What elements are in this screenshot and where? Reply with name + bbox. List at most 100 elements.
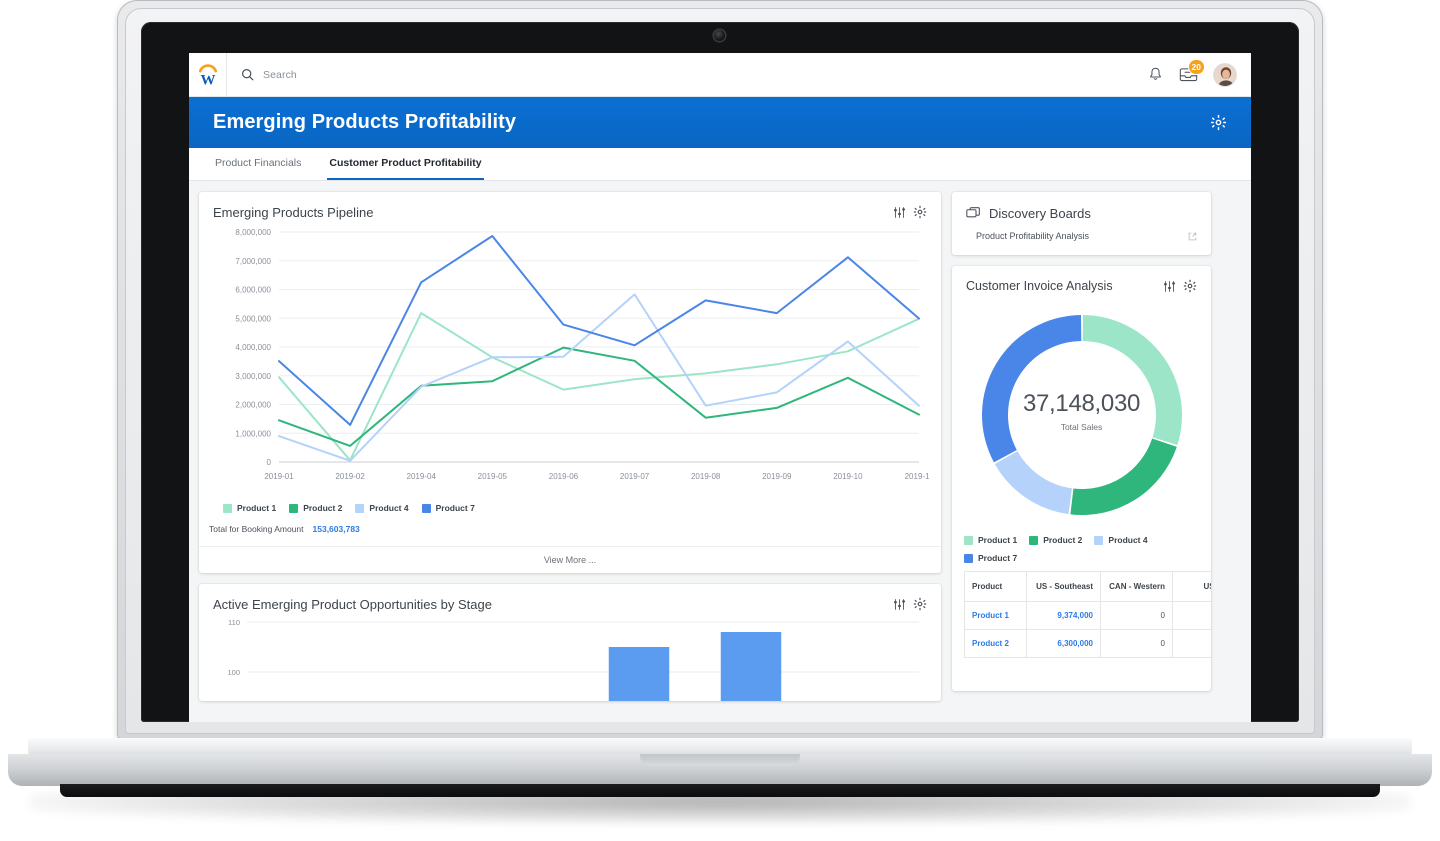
cell-product[interactable]: Product 1 (965, 602, 1027, 630)
inbox-badge-count: 20 (1188, 59, 1205, 75)
legend-swatch (355, 504, 364, 513)
legend-item[interactable]: Product 1 (223, 503, 276, 513)
table-row[interactable]: Product 1 9,374,000 0 1,875,000 (965, 602, 1212, 630)
total-booking-value[interactable]: 153,603,783 (313, 524, 360, 534)
legend-item[interactable]: Product 4 (1094, 535, 1147, 545)
invoice-table: Product US - Southeast CAN - Western US … (964, 571, 1211, 658)
global-topbar: W Search (189, 53, 1251, 97)
inbox-button[interactable]: 20 (1179, 66, 1198, 83)
laptop-base-foot (60, 784, 1380, 797)
tab-bar: Product Financials Customer Product Prof… (189, 148, 1251, 181)
pipeline-settings-button[interactable] (913, 205, 927, 219)
svg-text:4,000,000: 4,000,000 (235, 343, 271, 352)
filter-sliders-button[interactable] (893, 598, 906, 611)
workday-logo[interactable]: W (189, 53, 227, 97)
total-booking-row: Total for Booking Amount 153,603,783 (199, 513, 941, 546)
app-screen: W Search (189, 53, 1251, 722)
legend-label: Product 1 (978, 535, 1017, 545)
column-header-us-southeast[interactable]: US - Southeast (1027, 572, 1101, 602)
laptop-base-notch (640, 754, 800, 766)
svg-text:100: 100 (227, 668, 240, 677)
svg-text:2019-04: 2019-04 (407, 472, 437, 481)
customer-invoice-title: Customer Invoice Analysis (966, 279, 1113, 293)
invoice-table-wrapper[interactable]: Product US - Southeast CAN - Western US … (952, 571, 1211, 658)
discovery-boards-header: Discovery Boards (952, 192, 1211, 221)
discovery-boards-card: Discovery Boards Product Profitability A… (952, 192, 1211, 255)
svg-text:2019-06: 2019-06 (549, 472, 579, 481)
discovery-board-item[interactable]: Product Profitability Analysis (952, 221, 1211, 255)
legend-label: Product 2 (1043, 535, 1082, 545)
gear-icon (913, 205, 927, 219)
discovery-boards-title: Discovery Boards (989, 206, 1091, 221)
legend-label: Product 2 (303, 503, 342, 513)
legend-item[interactable]: Product 4 (355, 503, 408, 513)
cell-us-central: 1,875,000 (1173, 602, 1212, 630)
gear-icon (913, 597, 927, 611)
discovery-board-label: Product Profitability Analysis (976, 231, 1089, 241)
svg-text:7,000,000: 7,000,000 (235, 257, 271, 266)
pipeline-card-actions (893, 205, 927, 219)
svg-text:5,000,000: 5,000,000 (235, 314, 271, 323)
svg-text:3,000,000: 3,000,000 (235, 372, 271, 381)
opportunities-settings-button[interactable] (913, 597, 927, 611)
legend-swatch (964, 536, 973, 545)
pipeline-card-header: Emerging Products Pipeline (199, 192, 941, 224)
table-row[interactable]: Product 2 6,300,000 0 2,200,000 (965, 630, 1212, 658)
line-chart: 01,000,0002,000,0003,000,0004,000,0005,0… (199, 224, 941, 497)
legend-label: Product 4 (1108, 535, 1147, 545)
tab-label: Product Financials (215, 157, 301, 169)
tab-customer-product-profitability[interactable]: Customer Product Profitability (327, 148, 483, 180)
cell-can-western: 0 (1101, 630, 1173, 658)
svg-text:2019-08: 2019-08 (691, 472, 721, 481)
legend-item[interactable]: Product 1 (964, 535, 1017, 545)
svg-text:2,000,000: 2,000,000 (235, 401, 271, 410)
page-title: Emerging Products Profitability (213, 111, 516, 134)
filter-sliders-button[interactable] (1163, 280, 1176, 293)
svg-text:W: W (200, 72, 215, 87)
global-search[interactable]: Search (227, 68, 1147, 81)
svg-text:2019-09: 2019-09 (762, 472, 792, 481)
legend-swatch (1029, 536, 1038, 545)
svg-text:2019-01: 2019-01 (264, 472, 294, 481)
legend-swatch (223, 504, 232, 513)
webcam-icon (714, 30, 725, 41)
legend-item[interactable]: Product 2 (289, 503, 342, 513)
legend-item[interactable]: Product 7 (422, 503, 475, 513)
svg-text:8,000,000: 8,000,000 (235, 228, 271, 237)
filter-sliders-icon (893, 206, 906, 219)
legend-item[interactable]: Product 2 (1029, 535, 1082, 545)
legend-swatch (289, 504, 298, 513)
donut-chart-svg (976, 309, 1188, 521)
opportunities-card-actions (893, 597, 927, 611)
column-header-product[interactable]: Product (965, 572, 1027, 602)
opportunities-card-header: Active Emerging Product Opportunities by… (199, 584, 941, 616)
bar-chart: 100110 (199, 616, 941, 701)
legend-item[interactable]: Product 7 (964, 553, 1017, 563)
gear-icon (1210, 114, 1227, 131)
banner-settings-button[interactable] (1210, 114, 1227, 131)
column-header-can-western[interactable]: CAN - Western (1101, 572, 1173, 602)
donut-chart: 37,148,030 Total Sales (952, 297, 1211, 525)
svg-text:2019-02: 2019-02 (335, 472, 365, 481)
column-header-us-central[interactable]: US - Centra (1173, 572, 1212, 602)
customer-invoice-settings-button[interactable] (1183, 279, 1197, 293)
customer-invoice-actions (1163, 279, 1197, 293)
opportunities-card-title: Active Emerging Product Opportunities by… (213, 597, 492, 612)
avatar[interactable] (1213, 63, 1237, 87)
view-more-link[interactable]: View More ... (199, 546, 941, 573)
table-header-row: Product US - Southeast CAN - Western US … (965, 572, 1212, 602)
search-placeholder-text: Search (263, 69, 297, 81)
left-column: Emerging Products Pipeline (199, 192, 941, 701)
svg-text:2019-07: 2019-07 (620, 472, 650, 481)
filter-sliders-button[interactable] (893, 206, 906, 219)
cell-product[interactable]: Product 2 (965, 630, 1027, 658)
svg-text:2019-11: 2019-11 (905, 472, 929, 481)
page-banner: Emerging Products Profitability (189, 97, 1251, 148)
notifications-button[interactable] (1147, 66, 1164, 83)
svg-text:2019-05: 2019-05 (478, 472, 508, 481)
tab-product-financials[interactable]: Product Financials (213, 148, 303, 180)
dashboard-workspace: Emerging Products Pipeline (189, 181, 1251, 722)
bar-chart-svg: 100110 (211, 618, 929, 701)
external-link-icon[interactable] (1188, 232, 1197, 241)
customer-invoice-header: Customer Invoice Analysis (952, 266, 1211, 297)
